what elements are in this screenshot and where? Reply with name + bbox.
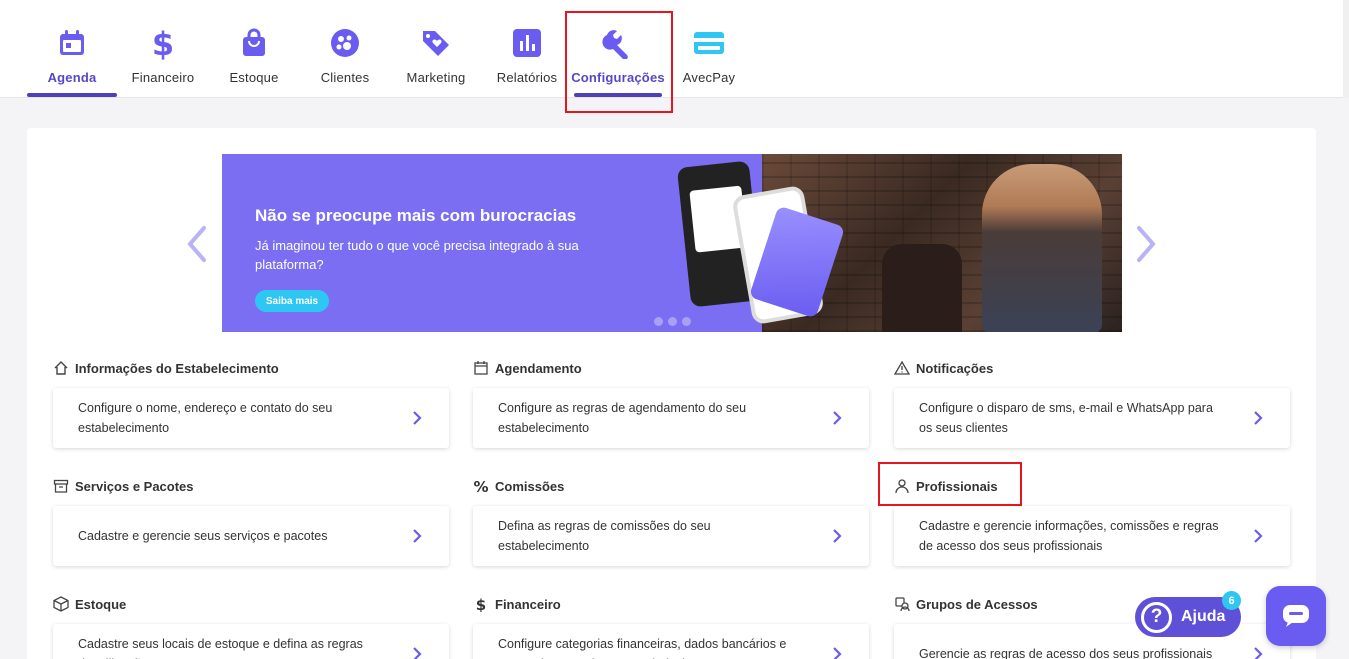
section-description: Configure o disparo de sms, e-mail e Wha… [919,401,1213,435]
dollar-icon: $ [473,596,489,612]
chevron-right-icon [831,528,843,544]
nav-label: Clientes [320,70,370,85]
question-icon: ? [1141,601,1172,633]
chevron-right-icon [1252,528,1264,544]
chat-icon [1283,605,1309,627]
section-description: Configure o nome, endereço e contato do … [78,401,333,435]
dollar-icon: $ [146,26,180,60]
section-description: Cadastre e gerencie seus serviços e paco… [78,529,328,543]
section-card-agendamento[interactable]: Configure as regras de agendamento do se… [473,388,869,448]
section-title: Agendamento [495,360,582,376]
section-card-servicos[interactable]: Cadastre e gerencie seus serviços e paco… [53,506,449,566]
section-agendamento: Agendamento Configure as regras de agend… [473,358,869,448]
tag-heart-icon [419,26,453,60]
highlight-configuracoes [565,11,673,113]
nav-item-avecpay[interactable]: AvecPay [664,0,754,97]
highlight-profissionais [878,462,1022,506]
nav-item-clientes[interactable]: Clientes [300,0,390,97]
group-icon [894,596,910,612]
section-title: Notificações [916,360,994,376]
nav-label: Relatórios [496,70,558,85]
nav-label: Marketing [406,70,466,85]
help-badge: 6 [1222,591,1241,610]
shopping-bag-icon [237,26,271,60]
chevron-right-icon [831,646,843,659]
nav-item-relatorios[interactable]: Relatórios [482,0,572,97]
chevron-right-icon [411,646,423,659]
promo-banner[interactable]: Não se preocupe mais com burocracias Já … [222,154,1122,332]
help-label: Ajuda [1181,608,1226,625]
section-notificacoes: Notificações Configure o disparo de sms,… [894,358,1290,448]
section-description: Defina as regras de comissões do seu est… [498,519,711,553]
carousel-dot[interactable] [668,317,677,326]
section-financeiro: $ Financeiro Configure categorias financ… [473,594,869,659]
svg-text:%: % [473,478,488,494]
chevron-right-icon [1137,226,1156,262]
section-title: Estoque [75,596,127,612]
saiba-mais-button[interactable]: Saiba mais [255,290,329,312]
section-servicos: Serviços e Pacotes Cadastre e gerencie s… [53,476,449,566]
nav-label: AvecPay [682,70,736,85]
section-title: Informações do Estabelecimento [75,360,279,376]
home-icon [53,360,69,376]
nav-label: Financeiro [131,70,195,85]
active-indicator [27,93,117,97]
nav-item-estoque[interactable]: Estoque [209,0,299,97]
svg-text:$: $ [152,26,174,60]
section-card-notificacoes[interactable]: Configure o disparo de sms, e-mail e Wha… [894,388,1290,448]
bar-chart-icon [510,26,544,60]
package-icon [53,596,69,612]
scrollbar[interactable] [1343,0,1349,98]
section-informacoes: Informações do Estabelecimento Configure… [53,358,449,448]
chevron-right-icon [1252,646,1264,659]
barber-chair [882,244,962,332]
section-description: Configure as regras de agendamento do se… [498,401,747,435]
calendar-icon [55,26,89,60]
section-card-estoque[interactable]: Cadastre seus locais de estoque e defina… [53,624,449,659]
section-description: Cadastre seus locais de estoque e defina… [78,637,363,659]
section-title: Comissões [495,478,565,494]
section-card-informacoes[interactable]: Configure o nome, endereço e contato do … [53,388,449,448]
nav-label: Agenda [47,70,97,85]
box-icon [53,478,69,494]
nav-item-marketing[interactable]: Marketing [391,0,481,97]
chevron-left-icon [187,226,206,262]
credit-card-icon [692,26,726,60]
chevron-right-icon [411,410,423,426]
section-description: Gerencie as regras de acesso dos seus pr… [919,647,1213,659]
section-card-profissionais[interactable]: Cadastre e gerencie informações, comissõ… [894,506,1290,566]
section-title: Serviços e Pacotes [75,478,194,494]
section-title: Financeiro [495,596,561,612]
warning-icon [894,360,910,376]
carousel-dots [654,317,691,326]
section-card-comissoes[interactable]: Defina as regras de comissões do seu est… [473,506,869,566]
section-card-financeiro[interactable]: Configure categorias financeiras, dados … [473,624,869,659]
nav-label: Estoque [229,70,279,85]
nav-item-financeiro[interactable]: $ Financeiro [118,0,208,97]
clients-icon [328,26,362,60]
carousel-next-button[interactable] [1133,224,1159,264]
carousel-dot[interactable] [654,317,663,326]
barber-person [982,164,1102,332]
section-title: Grupos de Acessos [916,596,1038,612]
nav-item-agenda[interactable]: Agenda [27,0,117,97]
chevron-right-icon [831,410,843,426]
calendar-icon [473,360,489,376]
chat-button[interactable] [1266,586,1326,646]
svg-text:$: $ [476,596,486,612]
banner-subtitle: Já imaginou ter tudo o que você precisa … [255,238,579,272]
chevron-right-icon [411,528,423,544]
section-description: Configure categorias financeiras, dados … [498,637,787,659]
chevron-right-icon [1252,410,1264,426]
carousel-prev-button[interactable] [184,224,210,264]
section-estoque: Estoque Cadastre seus locais de estoque … [53,594,449,659]
section-description: Cadastre e gerencie informações, comissõ… [919,519,1219,553]
banner-title: Não se preocupe mais com burocracias [255,206,577,225]
percent-icon: % [473,478,489,494]
top-nav: Agenda $ Financeiro Estoque Clientes Mar… [0,0,1349,98]
carousel-dot[interactable] [682,317,691,326]
section-comissoes: % Comissões Defina as regras de comissõe… [473,476,869,566]
